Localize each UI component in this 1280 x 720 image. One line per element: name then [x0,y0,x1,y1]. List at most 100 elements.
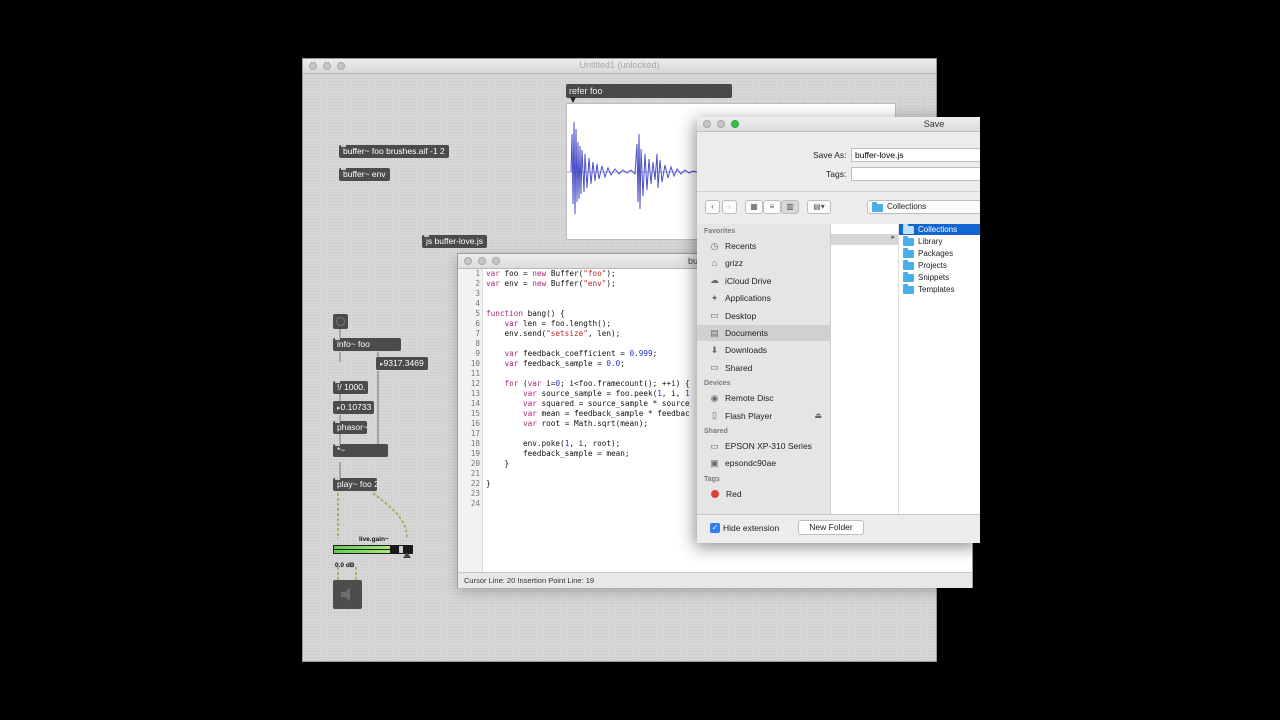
code-line[interactable]: env.send("setsize", len); [486,329,621,339]
line-number: 20 [470,459,480,468]
tags-label: Tags: [826,169,847,179]
divide-label: !/ 1000. [337,382,366,392]
line-number: 11 [470,369,480,378]
computer-icon: ▣ [710,457,719,468]
sidebar-item-red[interactable]: Red [697,486,830,502]
eject-icon[interactable]: ⏏ [814,411,822,420]
icon-view-button[interactable]: ▦ [745,200,763,214]
buffer-env-object[interactable]: buffer~ env [339,168,390,181]
column-collections: Collections Library Packages Projects Snippe… [899,223,980,514]
save-titlebar: Save [697,117,980,132]
float-number-box[interactable]: ▸0.10733 [333,401,374,414]
folder-icon [903,247,914,258]
code-line[interactable]: var env = new Buffer("env"); [486,279,616,289]
sidebar-item-documents[interactable]: ▤ Documents [697,325,830,341]
cloud-icon: ☁ [710,275,719,286]
code-line[interactable]: var foo = new Buffer("foo"); [486,269,616,279]
float-value: 0.10733 [340,402,372,412]
sidebar-item-applications[interactable]: ✦ Applications [697,290,830,306]
sidebar-section-header: Shared [704,428,728,435]
sidebar-item-flash-player[interactable]: ▯ Flash Player ⏏ [697,408,830,424]
buffer-foo-object[interactable]: buffer~ foo brushes.aif -1 2 [339,145,449,158]
code-line[interactable]: for (var i=0; i<foo.framecount(); ++i) { [486,379,690,389]
folder-icon [903,223,914,234]
column-parent-selection[interactable]: ▸ [831,234,898,245]
code-line[interactable]: var mean = feedback_sample * feedbac [486,409,690,419]
save-title: Save [923,119,945,129]
code-line[interactable]: var source_sample = foo.peek(1, i, 1 [486,389,690,399]
sidebar-item-label: Recents [725,241,757,251]
sidebar-section-header: Devices [704,380,731,388]
sidebar-item-label: grizz [725,258,743,269]
folder-icon [903,271,914,282]
forward-button[interactable]: › [722,200,737,214]
editor-zoom-button[interactable] [492,257,500,265]
sidebar-item-desktop[interactable]: ▭ Desktop [697,308,830,324]
sidebar-item-shared[interactable]: ▭ Shared [697,360,830,376]
code-line[interactable]: function bang() { [486,309,565,319]
editor-close-button[interactable] [464,257,472,265]
code-line[interactable]: } [486,459,510,469]
column-view-button[interactable]: ▥ [781,200,799,214]
editor-status-bar: Cursor Line: 20 Insertion Point Line: 19 [458,572,972,588]
play-object[interactable]: play~ foo 2 [333,478,379,491]
sidebar-item-epson-xp-310-series[interactable]: ▭ EPSON XP-310 Series [697,438,830,454]
gain-meter-right [334,550,390,553]
sidebar-item-label: Remote Disc [725,393,774,404]
phasor-label: phasor~ [337,422,368,432]
folder-item-library[interactable]: Library [899,235,980,247]
sidebar-item-epsondc90ae[interactable]: ▣ epsondc90ae [697,455,830,471]
info-object[interactable]: info~ foo [333,338,401,351]
bang-button[interactable] [333,314,348,329]
divide-object[interactable]: !/ 1000. [333,381,368,394]
multiply-object[interactable]: *~ [333,444,388,457]
js-object[interactable]: js buffer-love.js [422,235,488,248]
hide-extension-checkbox[interactable]: ✓ [710,523,720,533]
list-view-button[interactable]: ≡ [763,200,781,214]
code-line[interactable]: var feedback_coefficient = 0.999; [486,349,658,359]
tags-input[interactable] [851,167,980,181]
live-gain-slider[interactable] [333,545,413,554]
buffer-env-label: buffer~ env [343,169,386,179]
sidebar-item-label: EPSON XP-310 Series [725,441,812,451]
line-number: 4 [475,299,480,308]
code-line[interactable]: } [486,479,491,489]
folder-item-snippets[interactable]: Snippets [899,271,980,283]
code-line[interactable]: feedback_sample = mean; [486,449,629,459]
code-line[interactable]: var root = Math.sqrt(mean); [486,419,648,429]
sidebar-item-grizz[interactable]: ⌂ grizz [697,255,830,271]
finder-sidebar: Favorites ◷ Recents ⌂ grizz ☁ iCloud Drive ✦ App… [697,224,831,514]
line-number: 5 [475,309,480,318]
save-as-input[interactable]: buffer-love.js [851,148,980,162]
editor-minimize-button[interactable] [478,257,486,265]
folder-item-packages[interactable]: Packages [899,247,980,259]
ezdac-button[interactable] [333,580,362,609]
folder-item-collections[interactable]: Collections [899,223,980,235]
desktop-icon: ▭ [710,310,719,321]
back-button[interactable]: ‹ [705,200,720,214]
printer-icon: ▭ [710,440,719,451]
refer-message[interactable]: refer foo [566,84,732,98]
save-as-label: Save As: [813,150,847,160]
sidebar-item-label: iCloud Drive [725,275,772,286]
folder-item-projects[interactable]: Projects [899,259,980,271]
code-line[interactable]: var len = foo.length(); [486,319,611,329]
code-line[interactable]: var feedback_sample = 0.0; [486,359,625,369]
sidebar-item-icloud-drive[interactable]: ☁ iCloud Drive [697,273,830,289]
line-number: 21 [470,469,480,478]
folder-icon [903,235,914,246]
list-icon: ≡ [769,202,775,211]
sidebar-item-recents[interactable]: ◷ Recents [697,238,830,254]
number-box-output[interactable]: ▸9317.3469 [376,357,428,370]
arrange-button[interactable]: ▤▾ [807,200,831,214]
code-line[interactable]: var squared = source_sample * source [486,399,690,409]
new-folder-button[interactable]: New Folder [798,520,864,535]
folder-item-templates[interactable]: Templates [899,283,980,295]
phasor-object[interactable]: phasor~ [333,421,368,434]
code-line[interactable]: env.poke(1, i, root); [486,439,620,449]
sidebar-item-remote-disc[interactable]: ◉ Remote Disc [697,390,830,406]
sidebar-item-downloads[interactable]: ⬇ Downloads [697,342,830,358]
location-popup[interactable]: Collections [867,200,980,214]
shared-folder-icon: ▭ [710,362,719,373]
line-number: 2 [475,279,480,288]
